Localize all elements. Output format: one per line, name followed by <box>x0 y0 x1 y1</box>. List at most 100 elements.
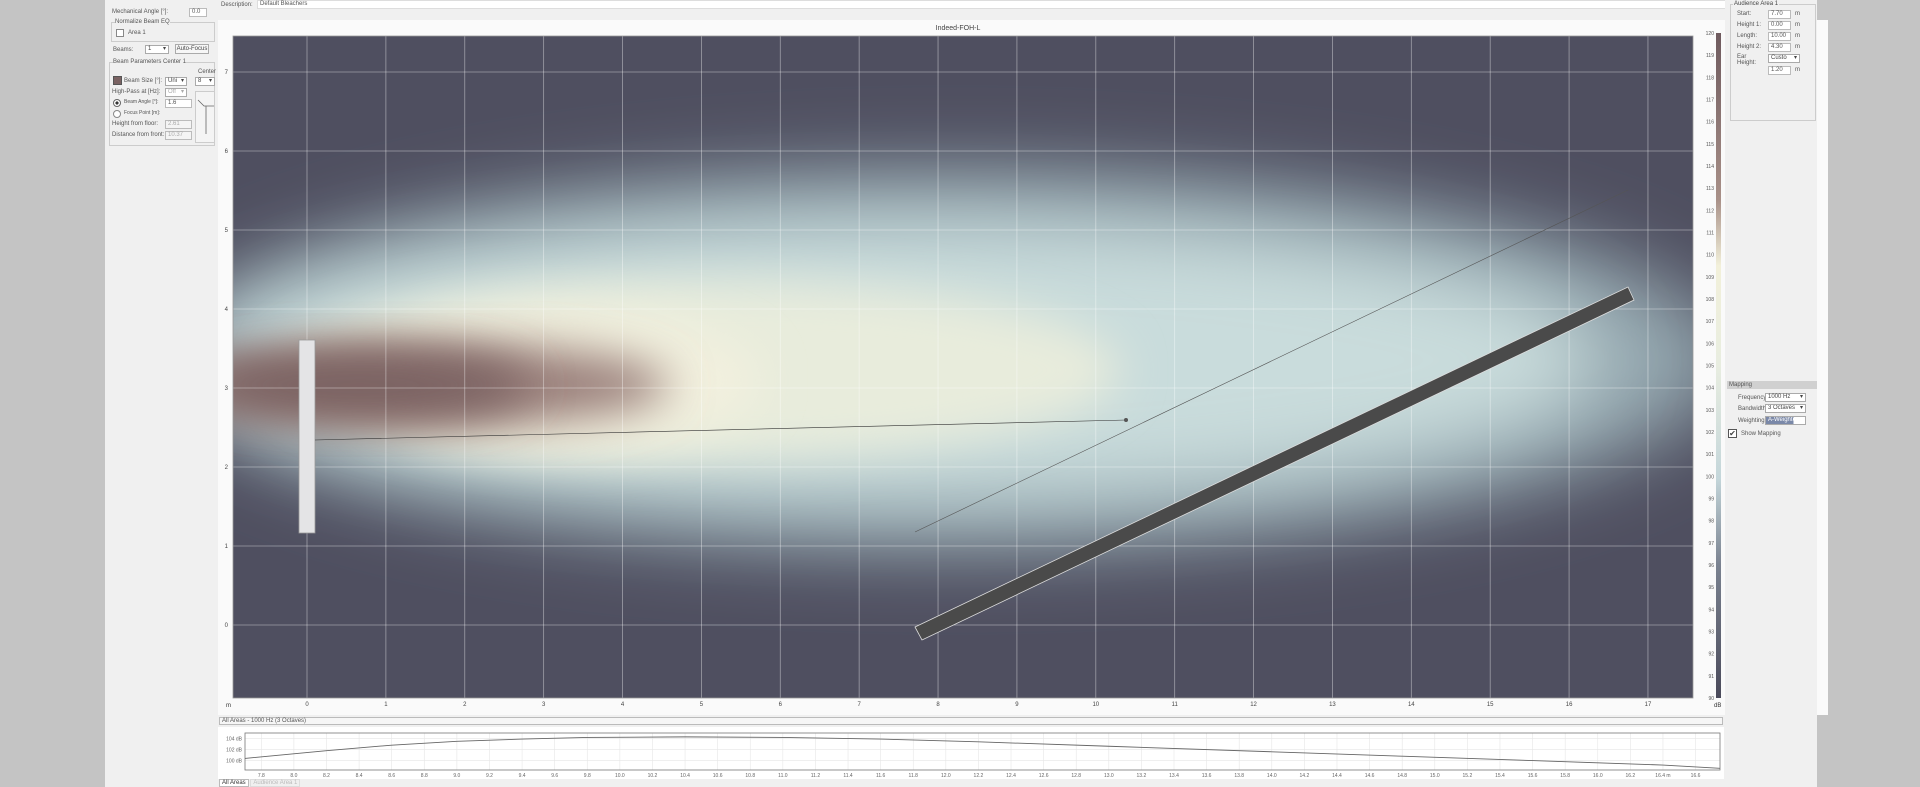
colorbar-tick-label: 120 <box>1706 31 1715 37</box>
colorbar-tick-label: 90 <box>1708 696 1714 702</box>
right-panel: Audience Area 1 Start: 7.70 m Height 1: 0.00… <box>1725 0 1817 787</box>
plot-title: Indeed-FOH-L <box>936 25 981 32</box>
x-tick-label: 4 <box>621 702 625 708</box>
audience-field-unit: m <box>1795 11 1800 17</box>
x-tick-label: 17 <box>1645 702 1652 708</box>
x-tick-label: 8 <box>936 702 940 708</box>
colorbar-tick-label: 114 <box>1706 164 1714 170</box>
show-mapping-checkbox[interactable]: ✔ <box>1728 429 1737 438</box>
x-tick-label: 6 <box>779 702 783 708</box>
audience-field-input[interactable]: 4.30 <box>1768 43 1791 52</box>
ear-height-label: Ear Height: <box>1737 54 1757 66</box>
x-tick-label: 15 <box>1487 702 1494 708</box>
audience-field-input[interactable]: 7.70 <box>1768 10 1791 19</box>
colorbar-tick-label: 91 <box>1708 674 1714 680</box>
audience-field-label: Start: <box>1737 11 1752 17</box>
mapping-header-label: Mapping <box>1729 382 1753 388</box>
colorbar-tick-label: 100 <box>1706 474 1715 480</box>
colorbar-tick-label: 94 <box>1708 607 1714 613</box>
audience-field-input[interactable]: 0.00 <box>1768 21 1791 30</box>
speaker-array[interactable] <box>298 339 316 534</box>
audience-field-label: Height 2: <box>1737 44 1762 50</box>
x-tick-label: 16 <box>1566 702 1573 708</box>
ear-height-select[interactable]: Custo <box>1768 54 1800 63</box>
y-axis: 0 1 2 3 4 5 6 7 <box>225 70 229 629</box>
x-tick-label: 1 <box>384 702 388 708</box>
colorbar-tick-label: 99 <box>1708 497 1714 503</box>
x-tick-label: 12 <box>1250 702 1257 708</box>
colorbar-tick-label: 92 <box>1708 652 1714 658</box>
show-mapping-label: Show Mapping <box>1741 431 1781 437</box>
x-unit-label: m <box>226 703 231 709</box>
colorbar-tick-label: 117 <box>1706 98 1714 104</box>
x-tick-label: 0 <box>305 702 309 708</box>
audience-area-label: Audience Area 1 <box>1733 1 1780 8</box>
colorbar-tick-label: 113 <box>1706 186 1714 192</box>
x-axis: 0 1 2 3 4 5 6 7 8 9 10 11 12 13 14 15 16 17 <box>305 702 1652 708</box>
y-tick-label: 3 <box>225 386 229 392</box>
y-tick-label: 0 <box>225 623 229 629</box>
colorbar-tick-label: 107 <box>1706 319 1715 325</box>
colorbar-tick-label: 103 <box>1706 408 1715 414</box>
colorbar-tick-label: 118 <box>1706 75 1714 81</box>
mapping-plot[interactable]: Indeed-FOH-L 0 1 2 3 4 5 6 7 8 9 10 11 12 13 14 15 16 17 … <box>0 0 1920 787</box>
colorbar-tick-label: 105 <box>1706 364 1715 370</box>
colorbar-tick-label: 119 <box>1706 53 1714 59</box>
colorbar-tick-label: 98 <box>1708 519 1714 525</box>
bandwidth-select[interactable]: 3 Octaves <box>1765 404 1806 413</box>
colorbar-tick-label: 102 <box>1706 430 1715 436</box>
colorbar-tick-label: 93 <box>1708 630 1714 636</box>
colorbar-tick-label: 96 <box>1708 563 1714 569</box>
colorbar-tick-label: 101 <box>1706 452 1715 458</box>
colorbar-tick-label: 110 <box>1706 253 1714 259</box>
audience-field-label: Length: <box>1737 33 1758 39</box>
colorbar <box>1716 33 1721 698</box>
y-tick-label: 7 <box>225 70 229 76</box>
bandwidth-label: Bandwidth: <box>1738 406 1768 412</box>
y-tick-label: 4 <box>225 307 229 313</box>
colorbar-tick-label: 111 <box>1706 231 1714 237</box>
x-tick-label: 2 <box>463 702 467 708</box>
colorbar-tick-label: 97 <box>1708 541 1714 547</box>
audience-field-unit: m <box>1795 44 1800 50</box>
bottom-chart-header: All Areas - 1000 Hz (3 Octaves) <box>219 717 1723 725</box>
ear-height-input[interactable]: 1.20 <box>1768 66 1791 75</box>
frequency-select[interactable]: 1000 Hz <box>1765 393 1806 402</box>
y-tick-label: 2 <box>225 465 229 471</box>
colorbar-tick-label: 112 <box>1706 208 1714 214</box>
colorbar-tick-label: 104 <box>1706 386 1715 392</box>
focus-point-marker[interactable] <box>1124 418 1128 422</box>
colorbar-tick-label: 108 <box>1706 297 1715 303</box>
weighting-select[interactable]: A-Weighted <box>1765 416 1806 425</box>
ear-unit-label: m <box>1795 67 1800 73</box>
colorbar-ticks: 90 91 92 93 94 95 96 97 98 99 100 101 102 103 104 105 10… <box>1706 31 1715 702</box>
spl-heatmap <box>233 36 1693 698</box>
bottom-tabs: All Areas Audience Area 1 <box>219 779 301 787</box>
x-tick-label: 13 <box>1329 702 1336 708</box>
x-tick-label: 11 <box>1172 702 1179 708</box>
colorbar-tick-label: 106 <box>1706 341 1715 347</box>
tab-audience-area-1[interactable]: Audience Area 1 <box>250 779 301 787</box>
audience-field-unit: m <box>1795 22 1800 28</box>
x-tick-label: 14 <box>1408 702 1415 708</box>
tab-all-areas[interactable]: All Areas <box>219 779 249 787</box>
x-tick-label: 3 <box>542 702 546 708</box>
y-tick-label: 1 <box>225 544 229 550</box>
audience-field-unit: m <box>1795 33 1800 39</box>
y-tick-label: 6 <box>225 149 229 155</box>
audience-field-label: Height 1: <box>1737 22 1762 28</box>
x-tick-label: 9 <box>1015 702 1019 708</box>
bottom-chart-title: All Areas - 1000 Hz (3 Octaves) <box>222 718 307 724</box>
colorbar-tick-label: 115 <box>1706 142 1714 148</box>
colorbar-unit-label: dB <box>1714 703 1721 709</box>
weighting-label: Weighting: <box>1738 418 1767 424</box>
colorbar-tick-label: 95 <box>1708 585 1714 591</box>
mapping-header: Mapping <box>1727 381 1817 389</box>
x-tick-label: 5 <box>700 702 704 708</box>
x-tick-label: 7 <box>857 702 861 708</box>
y-tick-label: 5 <box>225 228 229 234</box>
x-tick-label: 10 <box>1092 702 1099 708</box>
frequency-label: Frequency: <box>1738 395 1769 401</box>
colorbar-tick-label: 116 <box>1706 120 1714 126</box>
audience-field-input[interactable]: 10.00 <box>1768 32 1791 41</box>
